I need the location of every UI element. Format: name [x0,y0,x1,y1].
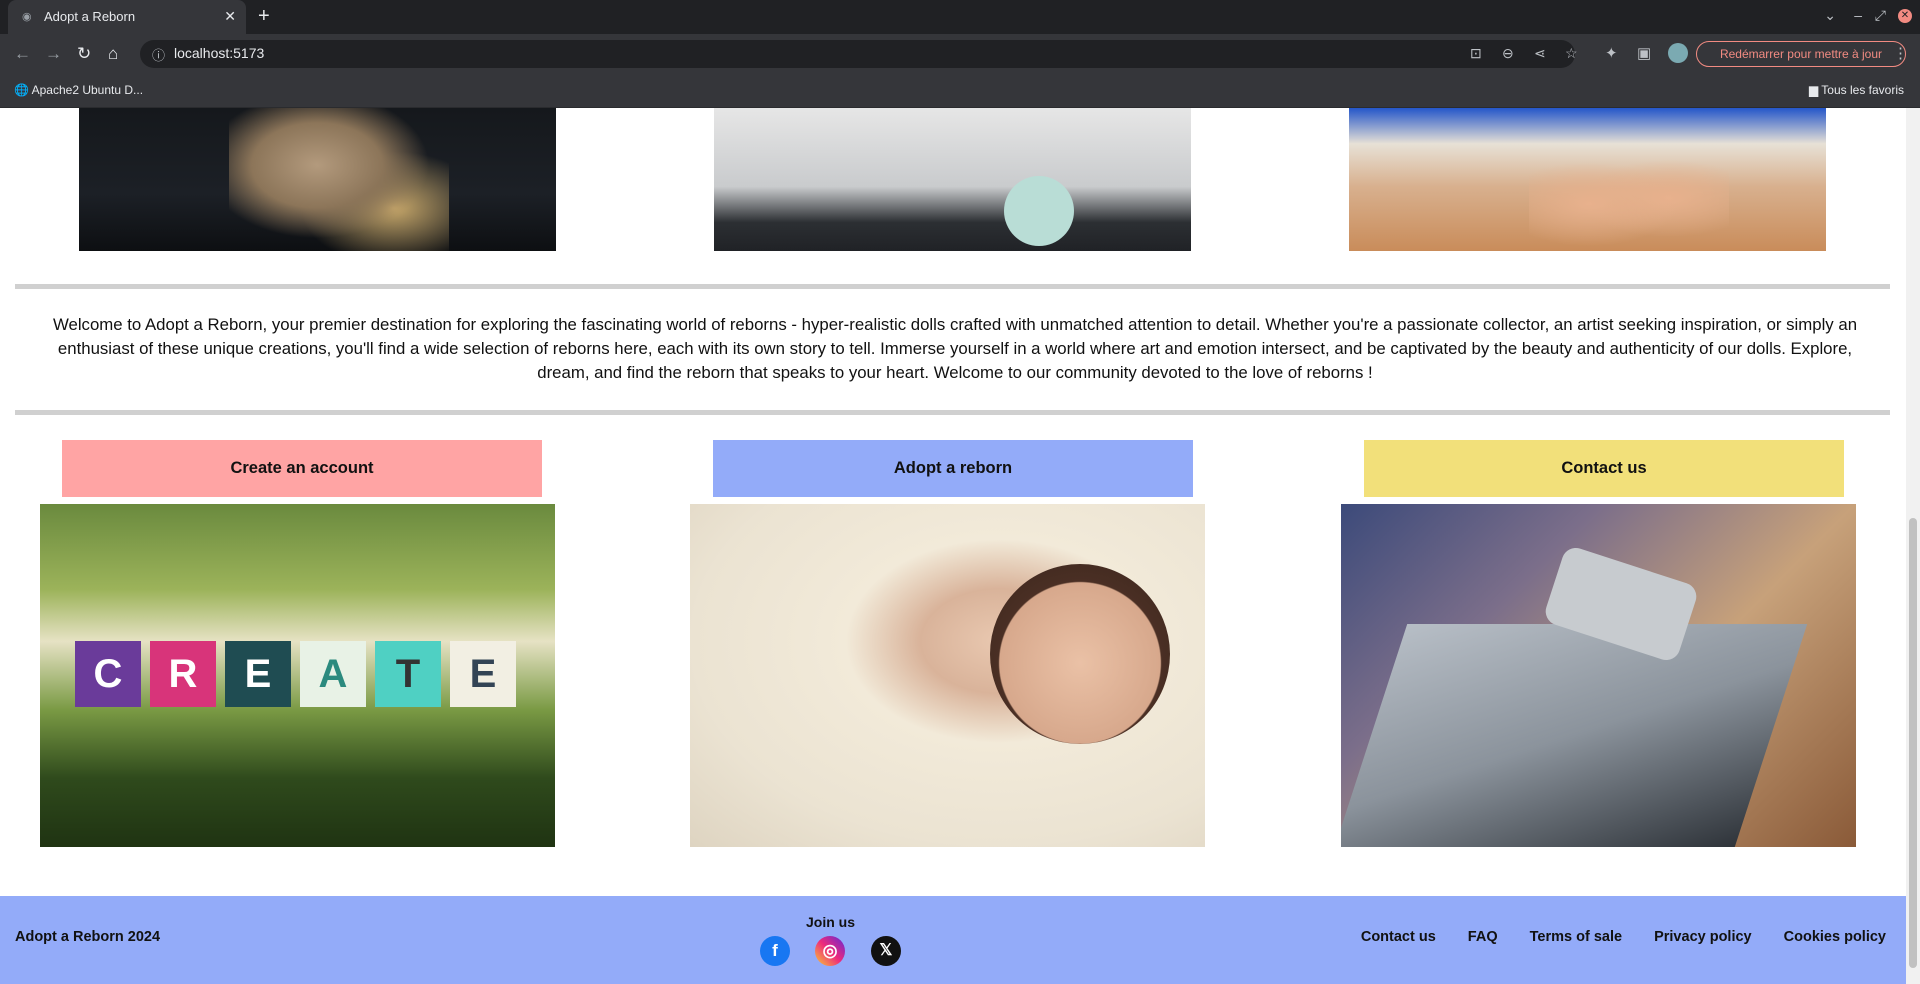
doll-legs-image [229,108,449,251]
browser-tab[interactable]: ◉ Adopt a Reborn ✕ [8,0,246,34]
letter-a: A [300,641,366,707]
new-tab-icon[interactable]: + [258,5,270,28]
footer-link-faq[interactable]: FAQ [1468,929,1498,945]
create-account-button[interactable]: Create an account [62,440,542,497]
url-text: localhost:5173 [174,45,265,61]
close-tab-icon[interactable]: ✕ [224,8,236,25]
letter-r: R [150,641,216,707]
footer-link-privacy[interactable]: Privacy policy [1654,929,1752,945]
reborn-photo-3 [1349,108,1826,251]
contact-us-button[interactable]: Contact us [1364,440,1844,497]
welcome-text: Welcome to Adopt a Reborn, your premier … [52,315,1858,382]
adopt-card-image[interactable] [690,504,1205,847]
baby-feet-image [1529,138,1729,248]
reload-icon[interactable]: ↻ [77,44,91,64]
site-info-icon[interactable]: ⓘ [152,45,165,64]
join-us-label: Join us [806,914,856,930]
share-icon[interactable]: ⋖ [1534,45,1546,62]
pacifier-image [1004,176,1074,246]
bookmarks-bar: 🌐 Apache2 Ubuntu D... ▆ Tous les favoris [0,74,1920,108]
maximize-icon[interactable]: ⤢ [1875,7,1886,24]
x-twitter-icon[interactable]: 𝕏 [871,936,901,966]
facebook-icon[interactable]: f [760,936,790,966]
page-content: Welcome to Adopt a Reborn, your premier … [0,108,1906,984]
footer-link-contact[interactable]: Contact us [1361,929,1436,945]
adopt-reborn-button[interactable]: Adopt a reborn [713,440,1193,497]
zoom-icon[interactable]: ⊖ [1502,45,1514,62]
tab-search-icon[interactable]: ⌄ [1824,7,1836,24]
bookmark-apache-label: Apache2 Ubuntu D... [31,83,144,97]
laptop-image [1341,624,1808,847]
footer-copyright: Adopt a Reborn 2024 [15,929,161,945]
tab-title: Adopt a Reborn [44,9,136,24]
reborn-photo-1 [79,108,556,251]
letter-c: C [75,641,141,707]
scrollbar-thumb[interactable] [1909,518,1917,968]
instagram-icon[interactable]: ◎ [815,936,845,966]
browser-tab-strip: ◉ Adopt a Reborn ✕ + ⌄ – ⤢ ✕ [0,0,1920,34]
footer-link-terms[interactable]: Terms of sale [1530,929,1622,945]
window-close-icon[interactable]: ✕ [1898,9,1912,23]
extensions-icon[interactable]: ✦ [1605,44,1618,62]
bookmark-apache[interactable]: 🌐 Apache2 Ubuntu D... [14,83,143,97]
create-card-image[interactable]: C R E A T E [40,504,555,847]
site-footer: Adopt a Reborn 2024 Join us f ◎ 𝕏 Contac… [0,896,1906,984]
all-bookmarks-label: Tous les favoris [1821,83,1904,97]
side-panel-icon[interactable]: ▣ [1637,44,1651,62]
forward-icon[interactable]: → [45,44,62,64]
create-letters: C R E A T E [75,641,525,711]
all-bookmarks[interactable]: ▆ Tous les favoris [1809,83,1904,97]
page-scrollbar[interactable] [1906,108,1920,984]
profile-avatar[interactable] [1668,43,1688,63]
menu-icon[interactable]: ⋮ [1893,44,1908,62]
page-favicon-icon: ◉ [22,11,32,23]
divider-top [15,284,1890,289]
divider-bottom [15,410,1890,415]
install-icon[interactable]: ⊡ [1470,45,1482,62]
contact-card-image[interactable] [1341,504,1856,847]
footer-links: Contact us FAQ Terms of sale Privacy pol… [1333,929,1886,945]
back-icon[interactable]: ← [14,44,31,64]
letter-t: T [375,641,441,707]
bookmark-star-icon[interactable]: ☆ [1565,45,1578,62]
minimize-icon[interactable]: – [1854,7,1862,23]
letter-e: E [225,641,291,707]
address-bar[interactable]: ⓘ localhost:5173 ⊡ ⊖ ⋖ ☆ [140,40,1578,68]
browser-toolbar: ← → ↻ ⌂ ⓘ localhost:5173 ⊡ ⊖ ⋖ ☆ ✦ ▣ Red… [0,34,1920,74]
restart-update-button[interactable]: Redémarrer pour mettre à jour [1696,41,1906,67]
footer-link-cookies[interactable]: Cookies policy [1784,929,1886,945]
reborn-photo-2 [714,108,1191,251]
home-icon[interactable]: ⌂ [108,44,118,64]
sleeping-baby-image [990,564,1170,744]
letter-e2: E [450,641,516,707]
